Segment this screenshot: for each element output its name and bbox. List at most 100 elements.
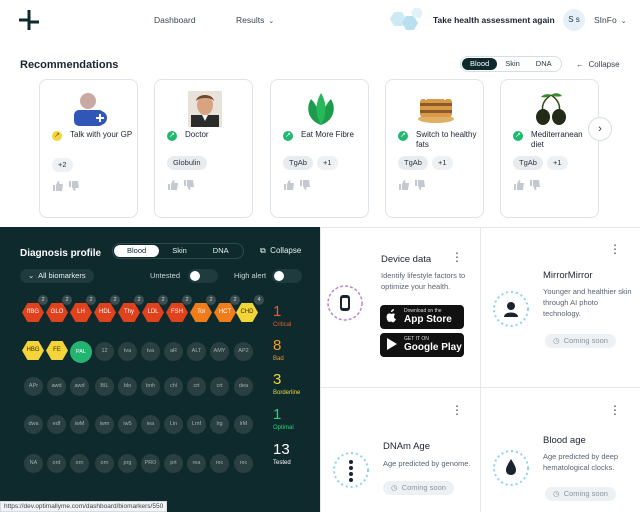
more-options-icon[interactable]: ⋮ — [609, 403, 621, 417]
biomarker-dot[interactable]: iea — [141, 415, 160, 434]
biomarker-dot[interactable]: rec — [234, 454, 253, 473]
biomarker-dot[interactable]: ord — [47, 454, 66, 473]
biomarker-hex[interactable]: HCT — [214, 303, 236, 322]
biomarker-dot[interactable]: AMY — [210, 342, 229, 361]
untested-toggle[interactable] — [188, 269, 218, 283]
chip[interactable]: +2 — [52, 158, 73, 172]
biomarker-dot[interactable]: PRO — [141, 454, 160, 473]
biomarker-dot[interactable]: bnh — [141, 377, 160, 396]
logo-icon[interactable] — [18, 9, 40, 31]
biomarker-dot[interactable]: prg — [118, 454, 137, 473]
tab-skin[interactable]: Skin — [497, 58, 528, 70]
recommendation-card[interactable]: ↗ Talk with your GP +2 — [39, 79, 138, 218]
chip[interactable]: +1 — [316, 156, 338, 170]
biomarker-dot[interactable]: rea — [187, 454, 206, 473]
thumbs-down-icon[interactable] — [183, 180, 195, 190]
thumbs-down-icon[interactable] — [529, 180, 541, 190]
biomarker-dot[interactable]: orn — [95, 454, 114, 473]
biomarker-dot[interactable]: crt — [210, 377, 229, 396]
more-options-icon[interactable]: ⋮ — [451, 250, 463, 264]
biomarker-dot[interactable]: orn — [70, 454, 89, 473]
thumbs-up-icon[interactable] — [283, 180, 295, 190]
app-store-button[interactable]: Download on the App Store — [380, 305, 464, 329]
biomarker-dot[interactable]: tva — [141, 342, 160, 361]
biomarker-dot[interactable]: awd — [47, 377, 66, 396]
chip[interactable]: Globulin — [167, 156, 207, 170]
thumbs-up-icon[interactable] — [167, 180, 179, 190]
biomarker-dot[interactable]: blo — [118, 377, 137, 396]
recommendation-card[interactable]: ↗ Switch to healthy fats TgAb +1 — [385, 79, 484, 218]
chip[interactable]: +1 — [546, 156, 568, 170]
biomarker-dot[interactable]: chl — [164, 377, 183, 396]
thumbs-up-icon[interactable] — [398, 180, 410, 190]
thumbs-down-icon[interactable] — [299, 180, 311, 190]
next-arrow-button[interactable]: › — [588, 117, 612, 141]
biomarker-hex[interactable]: CHD — [236, 303, 258, 322]
biomarker-hex[interactable]: fIBG — [22, 303, 44, 322]
biomarker-dot[interactable]: Lmf — [187, 415, 206, 434]
biomarker-hex[interactable]: Thy — [118, 303, 140, 322]
biomarker-hex[interactable]: GLO — [46, 303, 68, 322]
biomarker-dot[interactable]: iwM — [70, 415, 89, 434]
biomarker-dot[interactable]: tva — [118, 342, 137, 361]
recommendation-card[interactable]: ↗ Eat More Fibre TgAb +1 — [270, 79, 369, 218]
avatar[interactable]: S s — [563, 9, 585, 31]
biomarker-filter-dropdown[interactable]: ⌄ All biomarkers — [20, 269, 94, 283]
biomarker-dot[interactable]: iw5 — [118, 415, 137, 434]
biomarker-dot[interactable]: prt — [164, 454, 183, 473]
biomarker-hex[interactable]: HBG — [22, 341, 44, 360]
recommendation-card[interactable]: ↗ Mediterranean diet TgAb +1 — [500, 79, 599, 218]
biomarker-dot[interactable]: APr — [24, 377, 43, 396]
biomarker-dot[interactable]: awd — [70, 377, 89, 396]
recommendations-collapse-button[interactable]: ← Collapse — [576, 60, 620, 69]
tab-blood[interactable]: Blood — [114, 245, 160, 257]
recommendation-card[interactable]: ↗ Doctor Globulin — [154, 79, 253, 218]
biomarker-dot[interactable]: 12 — [95, 342, 114, 361]
biomarker-dot[interactable]: ALT — [187, 342, 206, 361]
biomarker-dot[interactable]: lrM — [234, 415, 253, 434]
biomarker-dot[interactable]: NA — [24, 454, 43, 473]
thumbs-down-icon[interactable] — [68, 181, 80, 191]
tab-dna[interactable]: DNA — [528, 58, 560, 70]
biomarker-dot[interactable]: crt — [187, 377, 206, 396]
biomarker-hex[interactable]: FE — [46, 341, 68, 360]
biomarker-dot[interactable]: PAL — [70, 341, 92, 363]
biomarker-hex[interactable]: LDL — [142, 303, 164, 322]
nav-results[interactable]: Results ⌄ — [236, 15, 274, 25]
tab-blood[interactable]: Blood — [462, 58, 498, 70]
diagnosis-collapse-button[interactable]: ⧉ Collapse — [260, 246, 301, 256]
chip[interactable]: TgAb — [513, 156, 543, 170]
nav-dashboard[interactable]: Dashboard — [154, 15, 196, 25]
more-options-icon[interactable]: ⋮ — [451, 403, 463, 417]
biomarker-dot[interactable]: BIL — [95, 377, 114, 396]
thumbs-up-icon[interactable] — [513, 180, 525, 190]
biomarker-dot[interactable]: dwa — [24, 415, 43, 434]
thumbs-up-icon[interactable] — [52, 181, 64, 191]
tab-dna[interactable]: DNA — [200, 245, 242, 257]
user-menu[interactable]: SInFo ⌄ — [594, 15, 627, 25]
biomarker-hex[interactable]: LH — [70, 303, 92, 322]
chip[interactable]: TgAb — [398, 156, 428, 170]
dnam-age-card[interactable]: DNAm Age ⋮ Age predicted by genome. ◷ Co… — [320, 387, 480, 512]
biomarker-dot[interactable]: lrg — [210, 415, 229, 434]
biomarker-dot[interactable]: aR — [164, 342, 183, 361]
google-play-button[interactable]: GET IT ON Google Play — [380, 333, 464, 357]
biomarker-dot[interactable]: Lin — [164, 415, 183, 434]
biomarker-dot[interactable]: dea — [234, 377, 253, 396]
mirrormirror-card[interactable]: MirrorMirror ⋮ Younger and healthier ski… — [480, 227, 640, 387]
high-alert-toggle[interactable] — [272, 269, 302, 283]
biomarker-hex[interactable]: FSH — [166, 303, 188, 322]
biomarker-dot[interactable]: rec — [210, 454, 229, 473]
biomarker-dot[interactable]: AP2 — [234, 342, 253, 361]
tab-skin[interactable]: Skin — [159, 245, 200, 257]
biomarker-dot[interactable]: edf — [47, 415, 66, 434]
biomarker-dot[interactable]: iwm — [95, 415, 114, 434]
thumbs-down-icon[interactable] — [414, 180, 426, 190]
more-options-icon[interactable]: ⋮ — [609, 242, 621, 256]
take-assessment-link[interactable]: Take health assessment again — [433, 15, 555, 25]
chip[interactable]: +1 — [431, 156, 453, 170]
chip[interactable]: TgAb — [283, 156, 313, 170]
blood-age-card[interactable]: Blood age ⋮ Age predicted by deep hemato… — [480, 387, 640, 512]
biomarker-hex[interactable]: HDL — [94, 303, 116, 322]
biomarker-hex[interactable]: Tol — [190, 303, 212, 322]
